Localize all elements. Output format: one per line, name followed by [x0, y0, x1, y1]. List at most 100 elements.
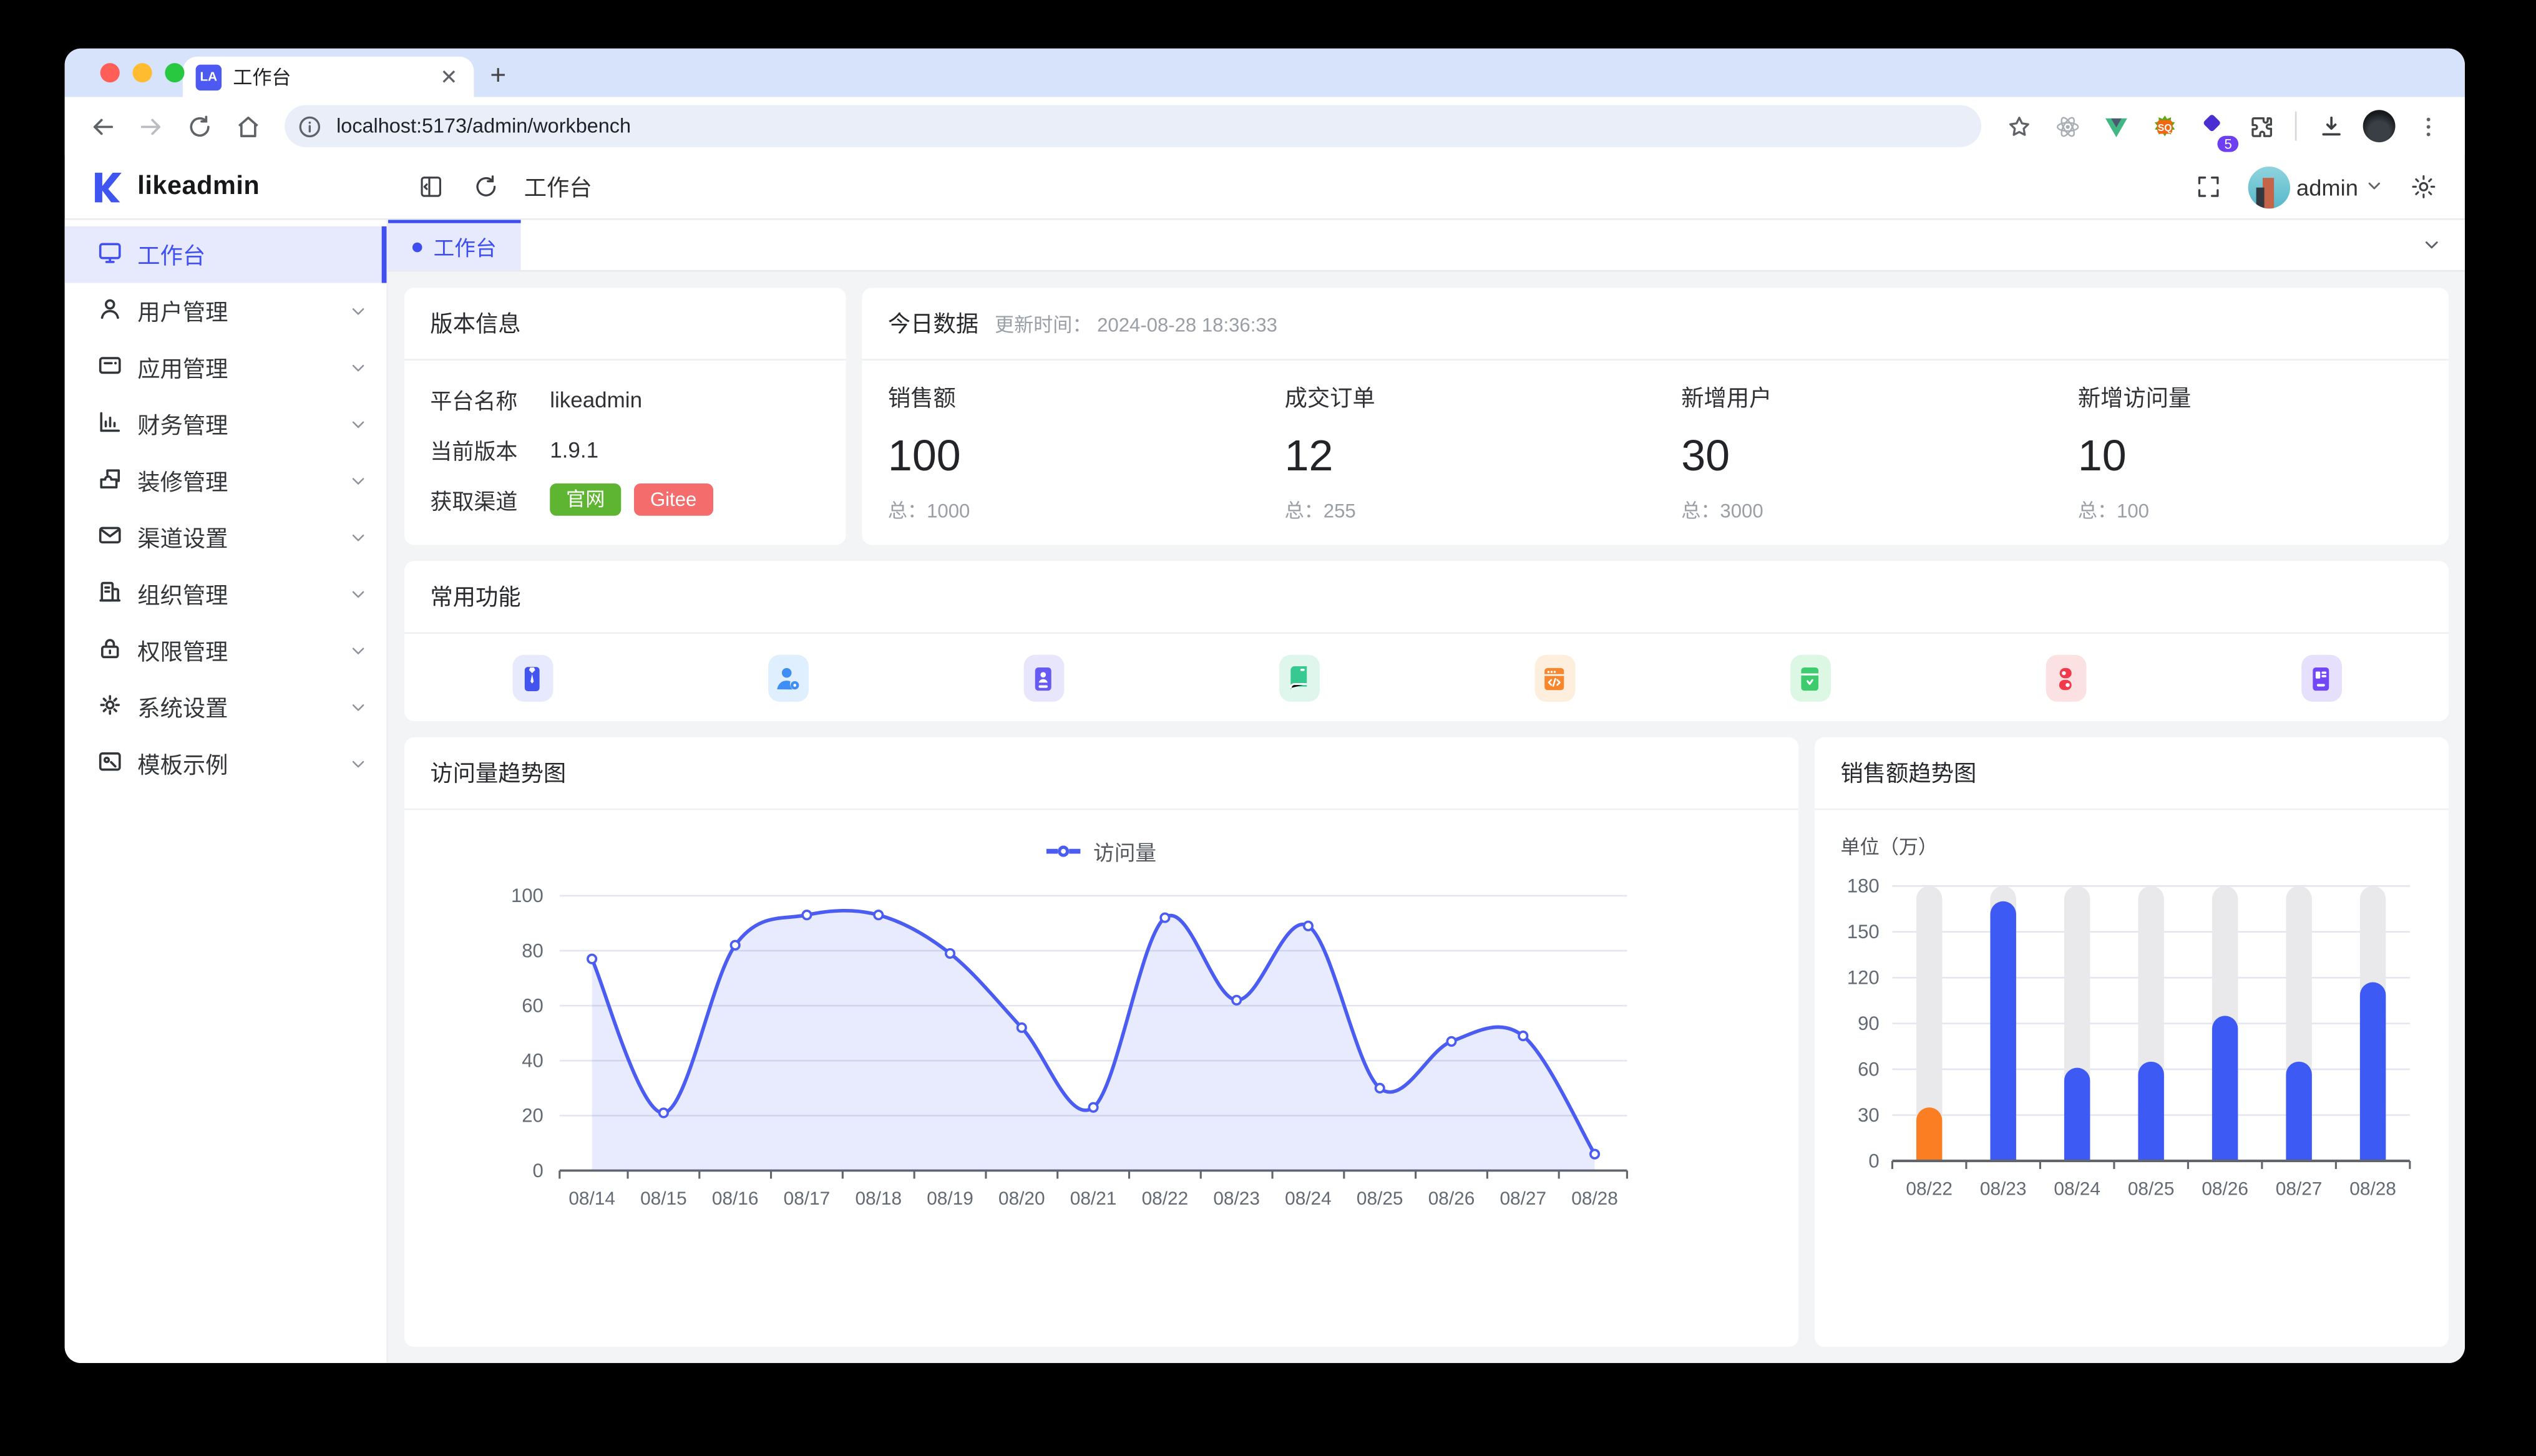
sidebar-item-组织管理[interactable]: 组织管理	[65, 566, 387, 623]
brand-area[interactable]: likeadmin	[65, 155, 388, 218]
legend-label: 访问量	[1093, 836, 1156, 866]
sidebar-item-用户管理[interactable]: 用户管理	[65, 283, 387, 340]
zoom-window-button[interactable]	[165, 63, 184, 82]
sidebar-item-应用管理[interactable]: 应用管理	[65, 339, 387, 396]
tab-close-icon[interactable]: ✕	[437, 64, 461, 89]
page-tab-workbench[interactable]: 工作台	[388, 220, 521, 269]
gitee-button[interactable]: Gitee	[634, 483, 713, 516]
reload-icon[interactable]	[178, 105, 220, 147]
quick-item-部门管理[interactable]: 部门管理	[915, 655, 1171, 721]
quick-item-代码生成器[interactable]: 代码生成器	[1426, 655, 1682, 721]
browser-profile-avatar[interactable]	[2358, 105, 2400, 147]
svg-text:60: 60	[522, 994, 544, 1016]
vue-devtools-extension-icon[interactable]	[2094, 105, 2136, 147]
svg-text:80: 80	[522, 939, 544, 961]
version-row-value: 1.9.1	[550, 437, 598, 462]
version-row-value: likeadmin	[550, 387, 642, 412]
quick-item-字典管理[interactable]: 字典管理	[1171, 655, 1426, 721]
quick-item-label: 管理员	[500, 719, 563, 721]
sidebar-item-label: 组织管理	[137, 578, 334, 611]
back-icon[interactable]	[81, 105, 123, 147]
version-card-title: 版本信息	[404, 288, 846, 361]
home-icon[interactable]	[227, 105, 268, 147]
sidebar-item-label: 渠道设置	[137, 522, 334, 554]
sidebar-item-label: 系统设置	[137, 691, 334, 724]
stat-成交订单: 成交订单 12 总：255	[1259, 382, 1656, 524]
chevron-down-icon	[349, 355, 368, 381]
refresh-page-icon[interactable]	[466, 167, 504, 206]
sidebar-item-财务管理[interactable]: 财务管理	[65, 396, 387, 453]
quick-item-角色管理[interactable]: 角色管理	[660, 655, 915, 721]
site-info-icon[interactable]	[291, 109, 327, 144]
browser-menu-kebab-icon[interactable]	[2407, 105, 2449, 147]
active-tab-dot-icon	[412, 241, 422, 251]
settings-gear-icon[interactable]	[2403, 167, 2442, 206]
svg-text:90: 90	[1858, 1012, 1880, 1034]
window-controls[interactable]	[100, 63, 185, 82]
react-devtools-extension-icon[interactable]	[2046, 105, 2088, 147]
svg-text:SQ: SQ	[2157, 122, 2172, 133]
breadcrumb: 工作台	[524, 170, 592, 203]
quick-item-菜单权限[interactable]: 菜单权限	[1938, 655, 2193, 721]
sidebar: 工作台用户管理应用管理财务管理装修管理渠道设置组织管理权限管理系统设置模板示例	[65, 220, 388, 1362]
lock-icon	[97, 636, 123, 666]
minimize-window-button[interactable]	[133, 63, 152, 82]
bookmark-star-icon[interactable]	[1997, 105, 2039, 147]
sq-extension-icon[interactable]: SQ	[2143, 105, 2185, 147]
sidebar-item-装修管理[interactable]: 装修管理	[65, 453, 387, 510]
stat-新增访问量: 新增访问量10总：100	[2052, 382, 2449, 524]
svg-text:08/27: 08/27	[2276, 1178, 2323, 1199]
decorate-icon	[97, 465, 123, 496]
collapse-sidebar-icon[interactable]	[411, 167, 449, 206]
chart-legend[interactable]: 访问量	[404, 836, 1798, 866]
gem-extension-icon[interactable]: 5	[2192, 105, 2233, 147]
app-header: likeadmin 工作台 admin	[65, 155, 2465, 220]
downloads-icon[interactable]	[2309, 105, 2351, 147]
menu-auth-icon	[2045, 655, 2085, 702]
mail-icon	[97, 522, 123, 553]
version-row: 当前版本1.9.1	[430, 434, 820, 466]
fullscreen-icon[interactable]	[2190, 167, 2228, 206]
user-menu[interactable]: admin	[2248, 166, 2384, 208]
chevron-down-icon	[349, 412, 368, 437]
sidebar-item-label: 工作台	[137, 238, 367, 271]
sidebar-item-渠道设置[interactable]: 渠道设置	[65, 509, 387, 566]
stat-label: 销售额	[888, 382, 1259, 414]
sidebar-item-模板示例[interactable]: 模板示例	[65, 735, 387, 792]
chevron-down-icon	[349, 525, 368, 550]
legend-line-marker-icon	[1046, 846, 1080, 857]
website-info-icon	[2301, 655, 2341, 702]
svg-text:0: 0	[1868, 1150, 1879, 1172]
stat-label: 新增用户	[1681, 382, 2052, 414]
browser-tab[interactable]: LA 工作台 ✕	[183, 57, 474, 97]
quick-item-管理员[interactable]: 管理员	[404, 655, 660, 721]
svg-text:08/16: 08/16	[712, 1188, 759, 1209]
svg-text:40: 40	[522, 1050, 544, 1072]
quick-item-素材中心[interactable]: 素材中心	[1682, 655, 1938, 721]
svg-text:08/17: 08/17	[784, 1188, 831, 1209]
sidebar-item-工作台[interactable]: 工作台	[65, 226, 387, 283]
svg-text:08/24: 08/24	[2054, 1178, 2100, 1199]
tabs-dropdown-chevron-icon[interactable]	[2399, 220, 2465, 269]
official-site-button[interactable]: 官网	[550, 483, 621, 516]
new-tab-button[interactable]: +	[490, 60, 506, 92]
today-data-card: 今日数据 更新时间： 2024-08-28 18:36:33 销售额100总：1…	[862, 288, 2449, 545]
extensions-puzzle-icon[interactable]	[2240, 105, 2282, 147]
stat-total: 总：1000	[888, 497, 1259, 524]
user-avatar	[2248, 166, 2290, 208]
sidebar-item-权限管理[interactable]: 权限管理	[65, 623, 387, 679]
quick-item-网站信息[interactable]: 网站信息	[2193, 655, 2449, 721]
stat-label: 成交订单	[1285, 382, 1656, 414]
close-window-button[interactable]	[100, 63, 120, 82]
version-info-card: 版本信息 平台名称likeadmin当前版本1.9.1获取渠道官网Gitee	[404, 288, 846, 545]
sidebar-item-系统设置[interactable]: 系统设置	[65, 679, 387, 736]
sidebar-item-label: 装修管理	[137, 465, 334, 497]
quick-item-label: 代码生成器	[1501, 719, 1607, 721]
brand-name: likeadmin	[137, 172, 260, 201]
stat-total: 总：255	[1285, 497, 1656, 524]
quick-item-label: 菜单权限	[2023, 719, 2107, 721]
svg-text:30: 30	[1858, 1104, 1880, 1126]
forward-icon[interactable]	[129, 105, 171, 147]
stat-value: 12	[1285, 432, 1656, 482]
url-bar[interactable]: localhost:5173/admin/workbench	[285, 105, 1981, 147]
